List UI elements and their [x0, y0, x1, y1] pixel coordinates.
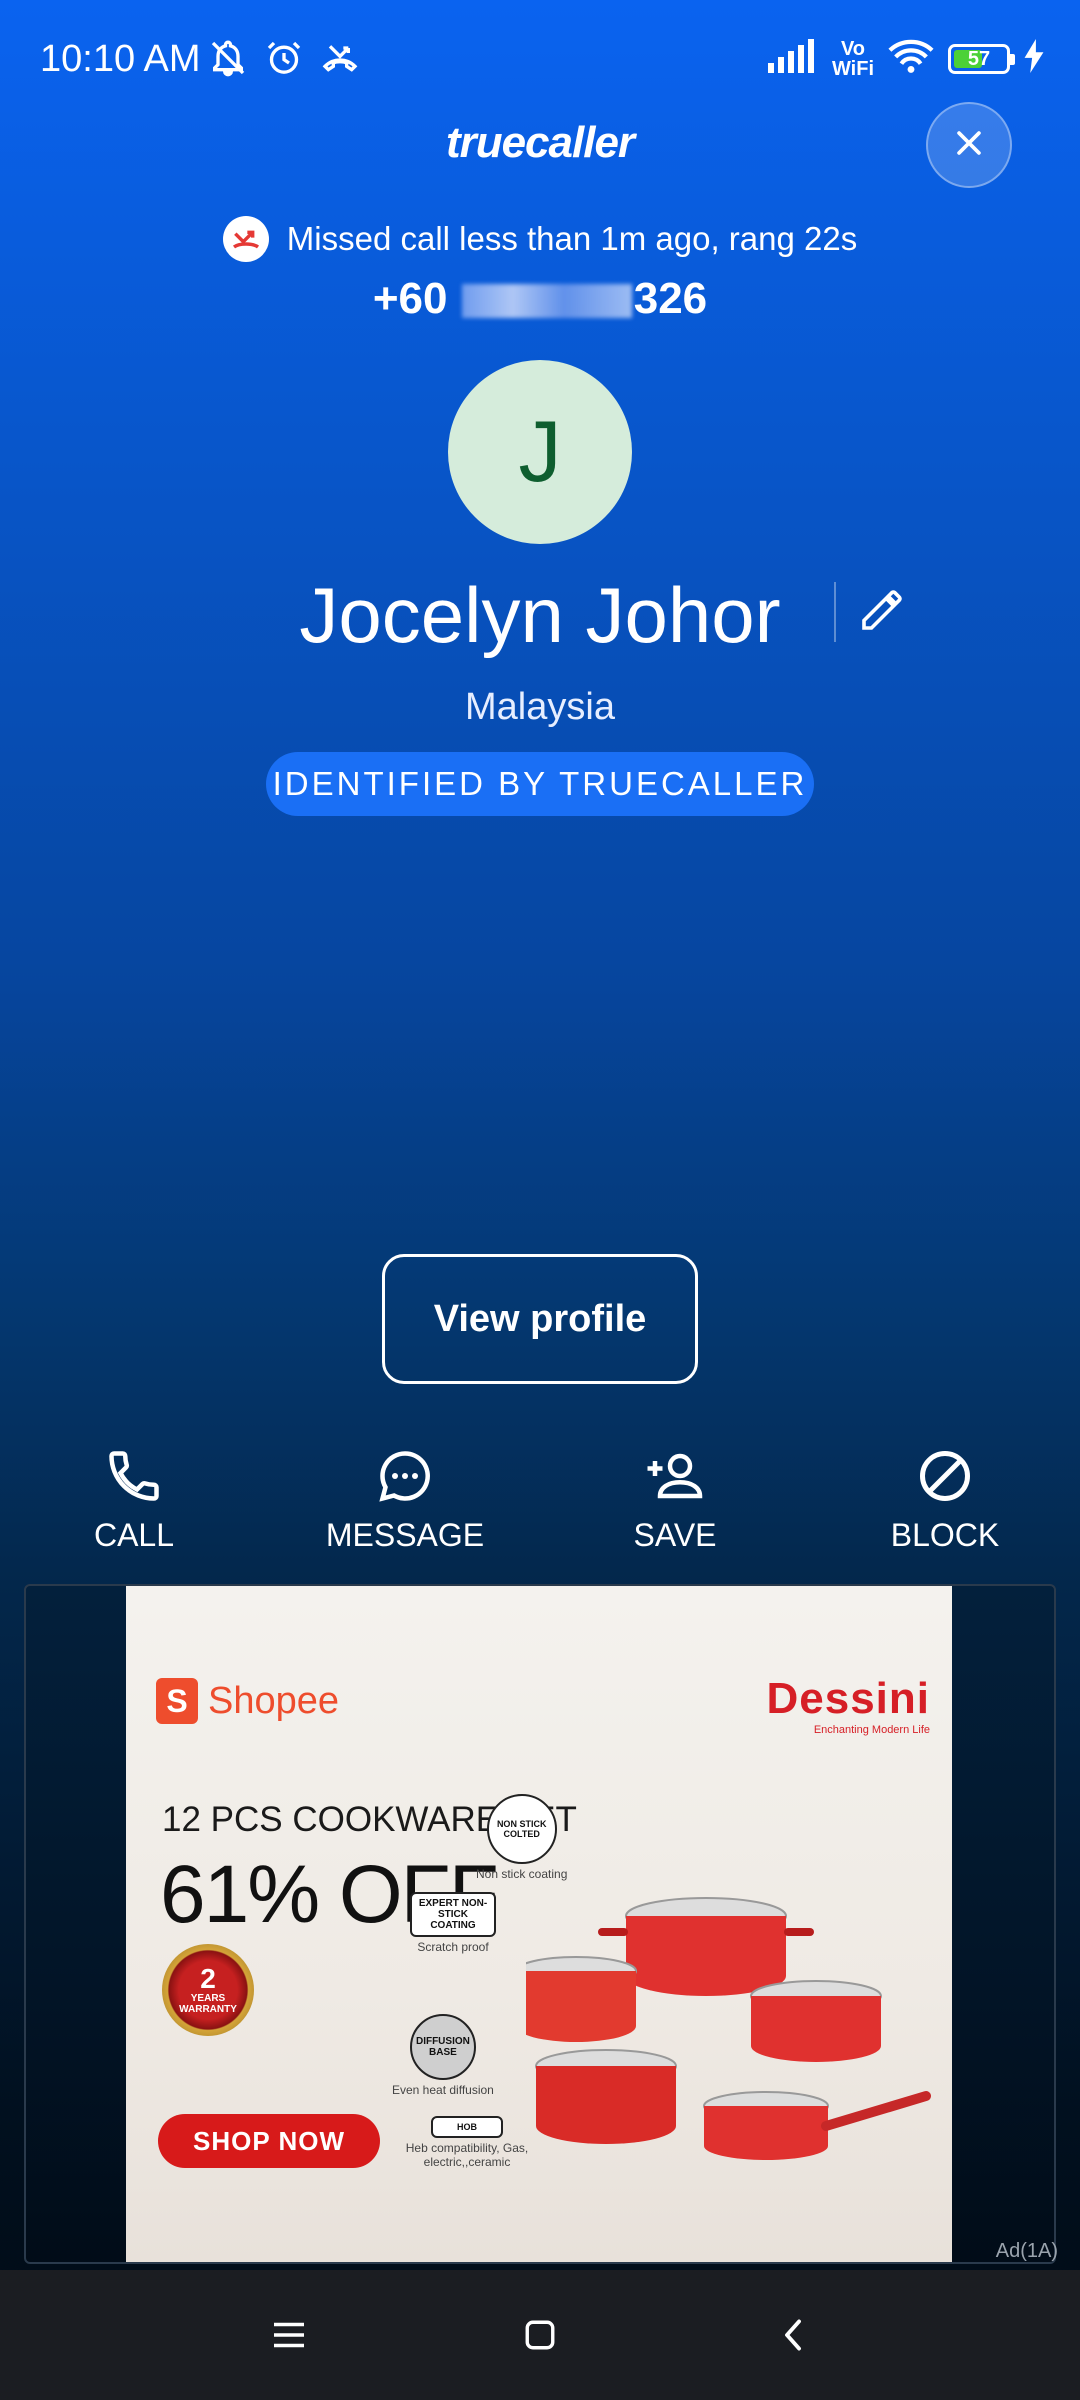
menu-icon — [271, 2320, 307, 2355]
warranty-text2: WARRANTY — [179, 2004, 237, 2015]
message-label: MESSAGE — [325, 1517, 485, 1553]
dessini-logo: Dessini Enchanting Modern Life — [766, 1674, 930, 1736]
feature-diffusion: DIFFUSION BASE Even heat diffusion — [392, 2014, 494, 2097]
dessini-tagline: Enchanting Modern Life — [813, 1724, 930, 1736]
view-profile-button[interactable]: View profile — [382, 1254, 698, 1384]
add-contact-icon — [642, 1446, 708, 1511]
warranty-text1: YEARS — [190, 1993, 226, 2004]
missed-call-icon — [320, 38, 360, 78]
shop-now-button[interactable]: SHOP NOW — [158, 2114, 380, 2168]
action-bar: CALL MESSAGE SAVE BLOCK — [0, 1446, 1080, 1566]
feature-hob: HOB Heb compatibility, Gas, electric,,ce… — [402, 2116, 532, 2169]
vowifi-icon: Vo WiFi — [832, 39, 874, 79]
ad-label: Ad(1A) — [995, 2240, 1058, 2262]
pencil-icon — [858, 586, 906, 639]
status-time: 10:10 AM — [40, 38, 201, 80]
phone-prefix: +60 — [372, 274, 460, 323]
cookware-image — [526, 1897, 931, 2160]
navigation-bar — [0, 2270, 1080, 2400]
block-icon — [915, 1446, 975, 1511]
save-button[interactable]: SAVE — [575, 1446, 775, 1554]
menu-button[interactable] — [254, 2302, 324, 2372]
avatar: J — [448, 360, 632, 544]
truecaller-logo: truecaller — [445, 118, 635, 167]
shopee-logo: S Shopee — [156, 1678, 339, 1724]
feature-caption-hob: Heb compatibility, Gas, electric,,cerami… — [405, 2141, 529, 2169]
back-button[interactable] — [758, 2302, 828, 2372]
feature-badge-expert: EXPERT NON-STICK COATING — [410, 1892, 496, 1937]
redacted-digits — [461, 284, 632, 319]
caller-id-screen: 10:10 AM Vo WiFi 57 truecaller Missed ca… — [0, 0, 1080, 2400]
missed-call-badge-icon — [222, 216, 269, 262]
close-button[interactable] — [926, 102, 1012, 188]
call-label: CALL — [93, 1517, 175, 1553]
call-button[interactable]: CALL — [34, 1446, 234, 1554]
identified-badge: IDENTIFIED BY TRUECALLER — [266, 752, 814, 816]
status-icons-left — [208, 38, 360, 78]
feature-caption-expert: Scratch proof — [417, 1940, 489, 1954]
home-square-icon — [523, 2318, 557, 2357]
phone-suffix: 326 — [633, 274, 708, 323]
missed-call-info: Missed call less than 1m ago, rang 22s — [0, 216, 1080, 262]
block-button[interactable]: BLOCK — [845, 1446, 1045, 1554]
notifications-off-icon — [208, 38, 248, 78]
missed-call-text: Missed call less than 1m ago, rang 22s — [286, 220, 858, 257]
shopee-bag-icon: S — [156, 1678, 198, 1724]
feature-badge-nonstick: NON STICK COLTED — [486, 1794, 557, 1864]
chat-bubble-icon — [375, 1446, 435, 1511]
phone-icon — [104, 1446, 164, 1511]
vowifi-top: Vo — [840, 37, 866, 60]
block-label: BLOCK — [890, 1517, 1000, 1553]
phone-number[interactable]: +60 326 — [0, 274, 1080, 324]
status-icons-right: Vo WiFi 57 — [767, 38, 1044, 79]
shopee-text: Shopee — [208, 1679, 340, 1722]
close-icon — [952, 126, 986, 165]
battery-icon: 57 — [948, 43, 1015, 74]
feature-caption-diffusion: Even heat diffusion — [392, 2083, 494, 2097]
signal-icon — [767, 39, 818, 78]
charging-icon — [1024, 39, 1044, 78]
feature-expert: EXPERT NON-STICK COATING Scratch proof — [410, 1892, 496, 1954]
caller-country: Malaysia — [465, 686, 615, 728]
home-button[interactable] — [505, 2302, 575, 2372]
feature-badge-hob: HOB — [431, 2116, 503, 2138]
battery-level: 57 — [967, 47, 991, 70]
status-bar: 10:10 AM Vo WiFi 57 — [0, 0, 1080, 120]
back-chevron-icon — [778, 2317, 808, 2358]
warranty-seal: 2 YEARS WARRANTY — [162, 1944, 254, 2036]
ad-banner[interactable]: S Shopee Dessini Enchanting Modern Life … — [126, 1586, 952, 2262]
vowifi-bottom: WiFi — [831, 57, 874, 80]
save-label: SAVE — [633, 1517, 717, 1553]
caller-name: Jocelyn Johor — [299, 571, 781, 659]
warranty-num: 2 — [200, 1963, 216, 1994]
dessini-logo-text: Dessini — [766, 1674, 930, 1723]
wifi-icon — [888, 38, 934, 79]
avatar-letter: J — [518, 403, 562, 500]
message-button[interactable]: MESSAGE — [305, 1446, 505, 1554]
feature-badge-diffusion: DIFFUSION BASE — [409, 2014, 476, 2080]
feature-nonstick: NON STICK COLTED Non stick coating — [476, 1794, 567, 1881]
alarm-icon — [264, 38, 304, 78]
edit-name-button[interactable] — [834, 582, 906, 642]
